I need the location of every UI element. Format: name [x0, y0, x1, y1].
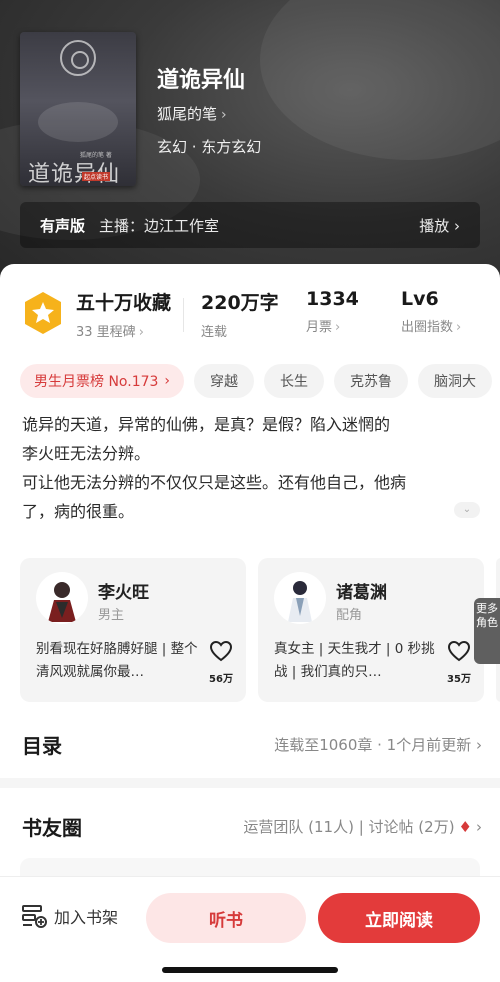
tag-list: 男生月票榜 No.173 › 穿越 长生 克苏鲁 脑洞大: [20, 364, 500, 398]
read-now-button[interactable]: 立即阅读: [318, 893, 480, 943]
reader-circle-title: 书友圈: [22, 816, 82, 840]
word-count-stat: 220万字 连载: [201, 288, 279, 340]
more-characters-button[interactable]: 更多角色: [474, 598, 500, 664]
bookshelf-add-icon: [22, 905, 47, 928]
milestone-label: 33 里程碑: [76, 325, 136, 340]
book-header: 狐尾的笔 著 道诡异仙 起点读书 道诡异仙 狐尾的笔 › 玄幻 · 东方玄幻 有声…: [0, 0, 500, 300]
cover-title: 道诡异仙: [28, 162, 121, 186]
chevron-right-icon: ›: [476, 818, 482, 836]
character-avatar: [36, 572, 88, 624]
catalog-status: 连载至1060章 · 1个月前更新: [274, 736, 472, 754]
character-card[interactable]: 诸葛渊 配角 真女主 | 天生我才 | 0 秒挑战 | 我们真的只… 35万: [258, 558, 484, 702]
character-name: 李火旺: [98, 583, 149, 603]
synopsis-line: 诡异的天道，异常的仙佛，是真？是假？陷入迷惘的: [22, 415, 391, 434]
audio-narrator: 主播：边江工作室: [99, 216, 220, 235]
audio-version-bar[interactable]: 有声版 主播：边江工作室 播放 ›: [20, 202, 480, 248]
popularity-value: Lv6: [401, 288, 439, 310]
cover-artwork: [38, 102, 118, 142]
tag-chip[interactable]: 脑洞大: [418, 364, 493, 398]
word-count-value: 220万字: [201, 292, 279, 314]
monthly-ticket-value: 1334: [306, 288, 359, 310]
character-quote: 别看现在好胳膊好腿 | 整个清风观就属你最…: [36, 641, 198, 680]
chevron-right-icon: ›: [456, 320, 462, 335]
like-button[interactable]: 35万: [444, 640, 474, 685]
home-indicator[interactable]: [162, 967, 338, 973]
listen-button[interactable]: 听书: [146, 893, 306, 943]
synopsis-line: 可让他无法分辨的不仅仅只是这些。还有他自己，他病: [22, 473, 407, 492]
divider: [183, 298, 184, 332]
chevron-right-icon: ›: [164, 373, 171, 389]
character-card[interactable]: 李火旺 男主 别看现在好胳膊好腿 | 整个清风观就属你最… 56万: [20, 558, 246, 702]
chevron-right-icon: ›: [454, 216, 460, 235]
like-button[interactable]: 56万: [206, 640, 236, 685]
genre-label: 玄幻 · 东方玄幻: [157, 138, 262, 156]
synopsis-line: 了，病的很重。: [22, 502, 135, 521]
catalog-row[interactable]: 目录 连载至1060章 · 1个月前更新 ›: [22, 730, 482, 760]
synopsis-line: 李火旺无法分辨。: [22, 444, 151, 463]
chevron-right-icon: ›: [476, 736, 482, 754]
book-cover[interactable]: 狐尾的笔 著 道诡异仙 起点读书: [20, 32, 136, 186]
popularity-stat[interactable]: Lv6 出圈指数 ›: [401, 288, 461, 335]
add-to-shelf-label: 加入书架: [54, 908, 119, 927]
bottom-action-bar: 加入书架 听书 立即阅读: [0, 876, 500, 982]
favorites-value: 五十万收藏: [76, 292, 172, 314]
character-name: 诸葛渊: [336, 583, 387, 603]
like-count: 35万: [447, 674, 471, 685]
fire-icon: ♦: [458, 818, 472, 836]
like-count: 56万: [209, 674, 233, 685]
chevron-right-icon: ›: [221, 107, 227, 123]
reader-circle-info: 运营团队 (11人) | 讨论帖 (2万): [243, 818, 455, 836]
character-avatar: [274, 572, 326, 624]
ranking-label: 男生月票榜 No.173: [34, 374, 159, 390]
heart-icon: [209, 640, 233, 662]
section-divider: [0, 778, 500, 788]
book-title: 道诡异仙: [157, 68, 246, 93]
character-role: 配角: [336, 608, 363, 623]
popularity-label: 出圈指数: [401, 320, 454, 335]
cover-publisher: 起点读书: [82, 172, 111, 181]
character-role: 男主: [98, 608, 125, 623]
monthly-ticket-label: 月票: [306, 320, 333, 335]
audio-label: 有声版: [40, 216, 86, 235]
audio-play-label: 播放: [419, 216, 450, 235]
monthly-ticket-stat[interactable]: 1334 月票 ›: [306, 288, 359, 335]
author-name: 狐尾的笔: [157, 105, 218, 123]
character-list: 李火旺 男主 别看现在好胳膊好腿 | 整个清风观就属你最… 56万 诸葛渊 配角…: [20, 558, 500, 704]
serial-status: 连载: [201, 325, 228, 340]
book-synopsis[interactable]: 诡异的天道，异常的仙佛，是真？是假？陷入迷惘的 李火旺无法分辨。 可让他无法分辨…: [22, 410, 482, 526]
audio-play-button[interactable]: 播放 ›: [419, 215, 460, 236]
stats-row: 五十万收藏 33 里程碑 › 220万字 连载 1334 月票 › Lv6 出圈指数…: [0, 284, 500, 344]
star-badge-icon: [22, 290, 64, 336]
heart-icon: [447, 640, 471, 662]
tag-chip[interactable]: 穿越: [194, 364, 255, 398]
expand-chevron-icon[interactable]: ⌄: [454, 502, 480, 518]
tag-chip[interactable]: 长生: [264, 364, 325, 398]
character-quote: 真女主 | 天生我才 | 0 秒挑战 | 我们真的只…: [274, 641, 435, 680]
author-link[interactable]: 狐尾的笔 ›: [157, 103, 227, 124]
chevron-right-icon: ›: [335, 320, 341, 335]
background-mist: [260, 0, 500, 160]
ranking-tag[interactable]: 男生月票榜 No.173 ›: [20, 364, 185, 398]
tag-chip[interactable]: 克苏鲁: [334, 364, 409, 398]
favorites-stat[interactable]: 五十万收藏 33 里程碑 ›: [76, 288, 171, 340]
reader-circle-row[interactable]: 书友圈 运营团队 (11人) | 讨论帖 (2万) ♦ ›: [22, 812, 482, 842]
catalog-title: 目录: [22, 734, 62, 758]
book-detail-panel: 五十万收藏 33 里程碑 › 220万字 连载 1334 月票 › Lv6 出圈指数…: [0, 264, 500, 982]
cover-emblem: [60, 40, 96, 76]
chevron-right-icon: ›: [138, 325, 144, 340]
add-to-shelf-button[interactable]: 加入书架: [20, 903, 118, 929]
